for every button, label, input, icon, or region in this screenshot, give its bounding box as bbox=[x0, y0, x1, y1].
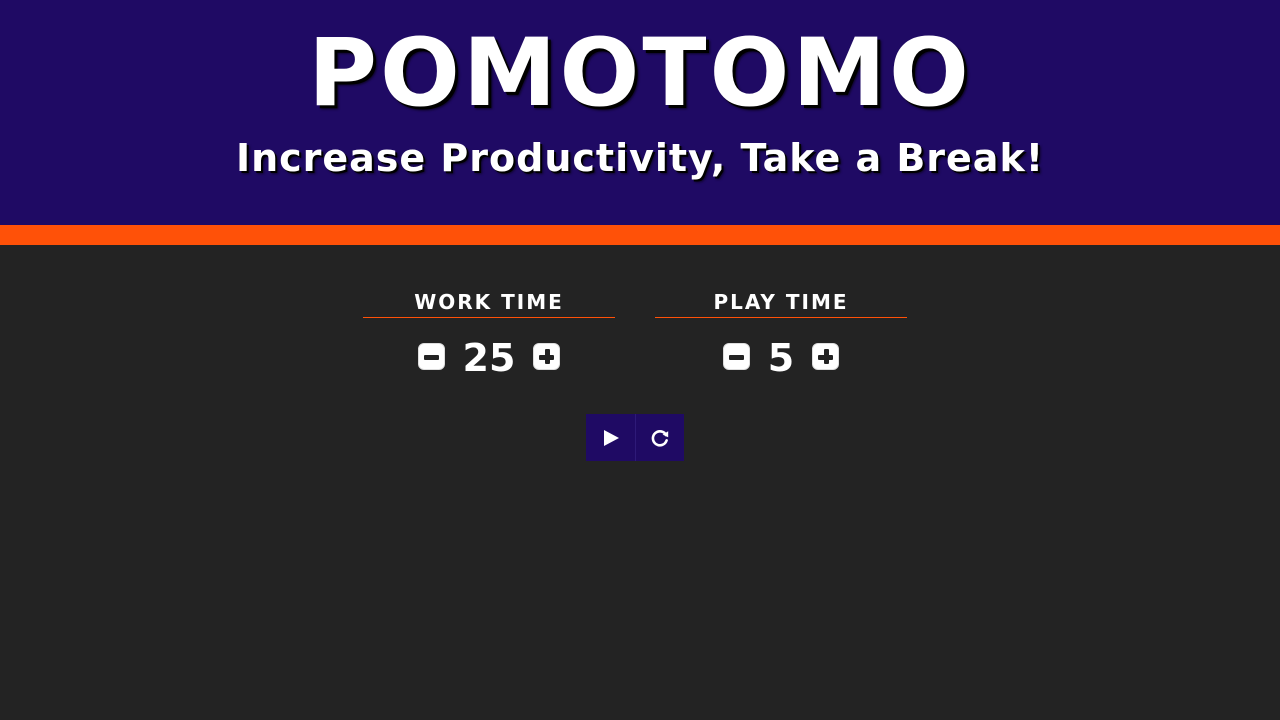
work-time-setting: WORK TIME 25 bbox=[363, 290, 615, 380]
play-time-controls: 5 bbox=[655, 334, 907, 380]
reset-icon bbox=[651, 429, 669, 447]
work-time-increase-button[interactable] bbox=[533, 342, 561, 370]
reset-button[interactable] bbox=[635, 414, 684, 461]
play-time-label: PLAY TIME bbox=[655, 290, 907, 318]
timer-controls bbox=[586, 414, 684, 461]
work-time-label: WORK TIME bbox=[363, 290, 615, 318]
timer-settings: WORK TIME 25 PLAY TIME 5 bbox=[0, 290, 1280, 380]
play-time-value: 5 bbox=[767, 336, 795, 380]
work-time-value: 25 bbox=[462, 336, 516, 380]
app-subtitle: Increase Productivity, Take a Break! bbox=[235, 136, 1045, 180]
start-button[interactable] bbox=[586, 414, 635, 461]
minus-icon bbox=[423, 354, 439, 360]
work-time-controls: 25 bbox=[363, 334, 615, 380]
play-time-decrease-button[interactable] bbox=[722, 342, 750, 370]
app-title: POMOTOMO bbox=[308, 19, 972, 128]
play-time-increase-button[interactable] bbox=[812, 342, 840, 370]
work-time-decrease-button[interactable] bbox=[417, 342, 445, 370]
accent-divider bbox=[0, 225, 1280, 245]
play-icon bbox=[603, 429, 619, 446]
minus-icon bbox=[728, 354, 744, 360]
header: POMOTOMO Increase Productivity, Take a B… bbox=[0, 0, 1280, 225]
play-time-setting: PLAY TIME 5 bbox=[655, 290, 907, 380]
